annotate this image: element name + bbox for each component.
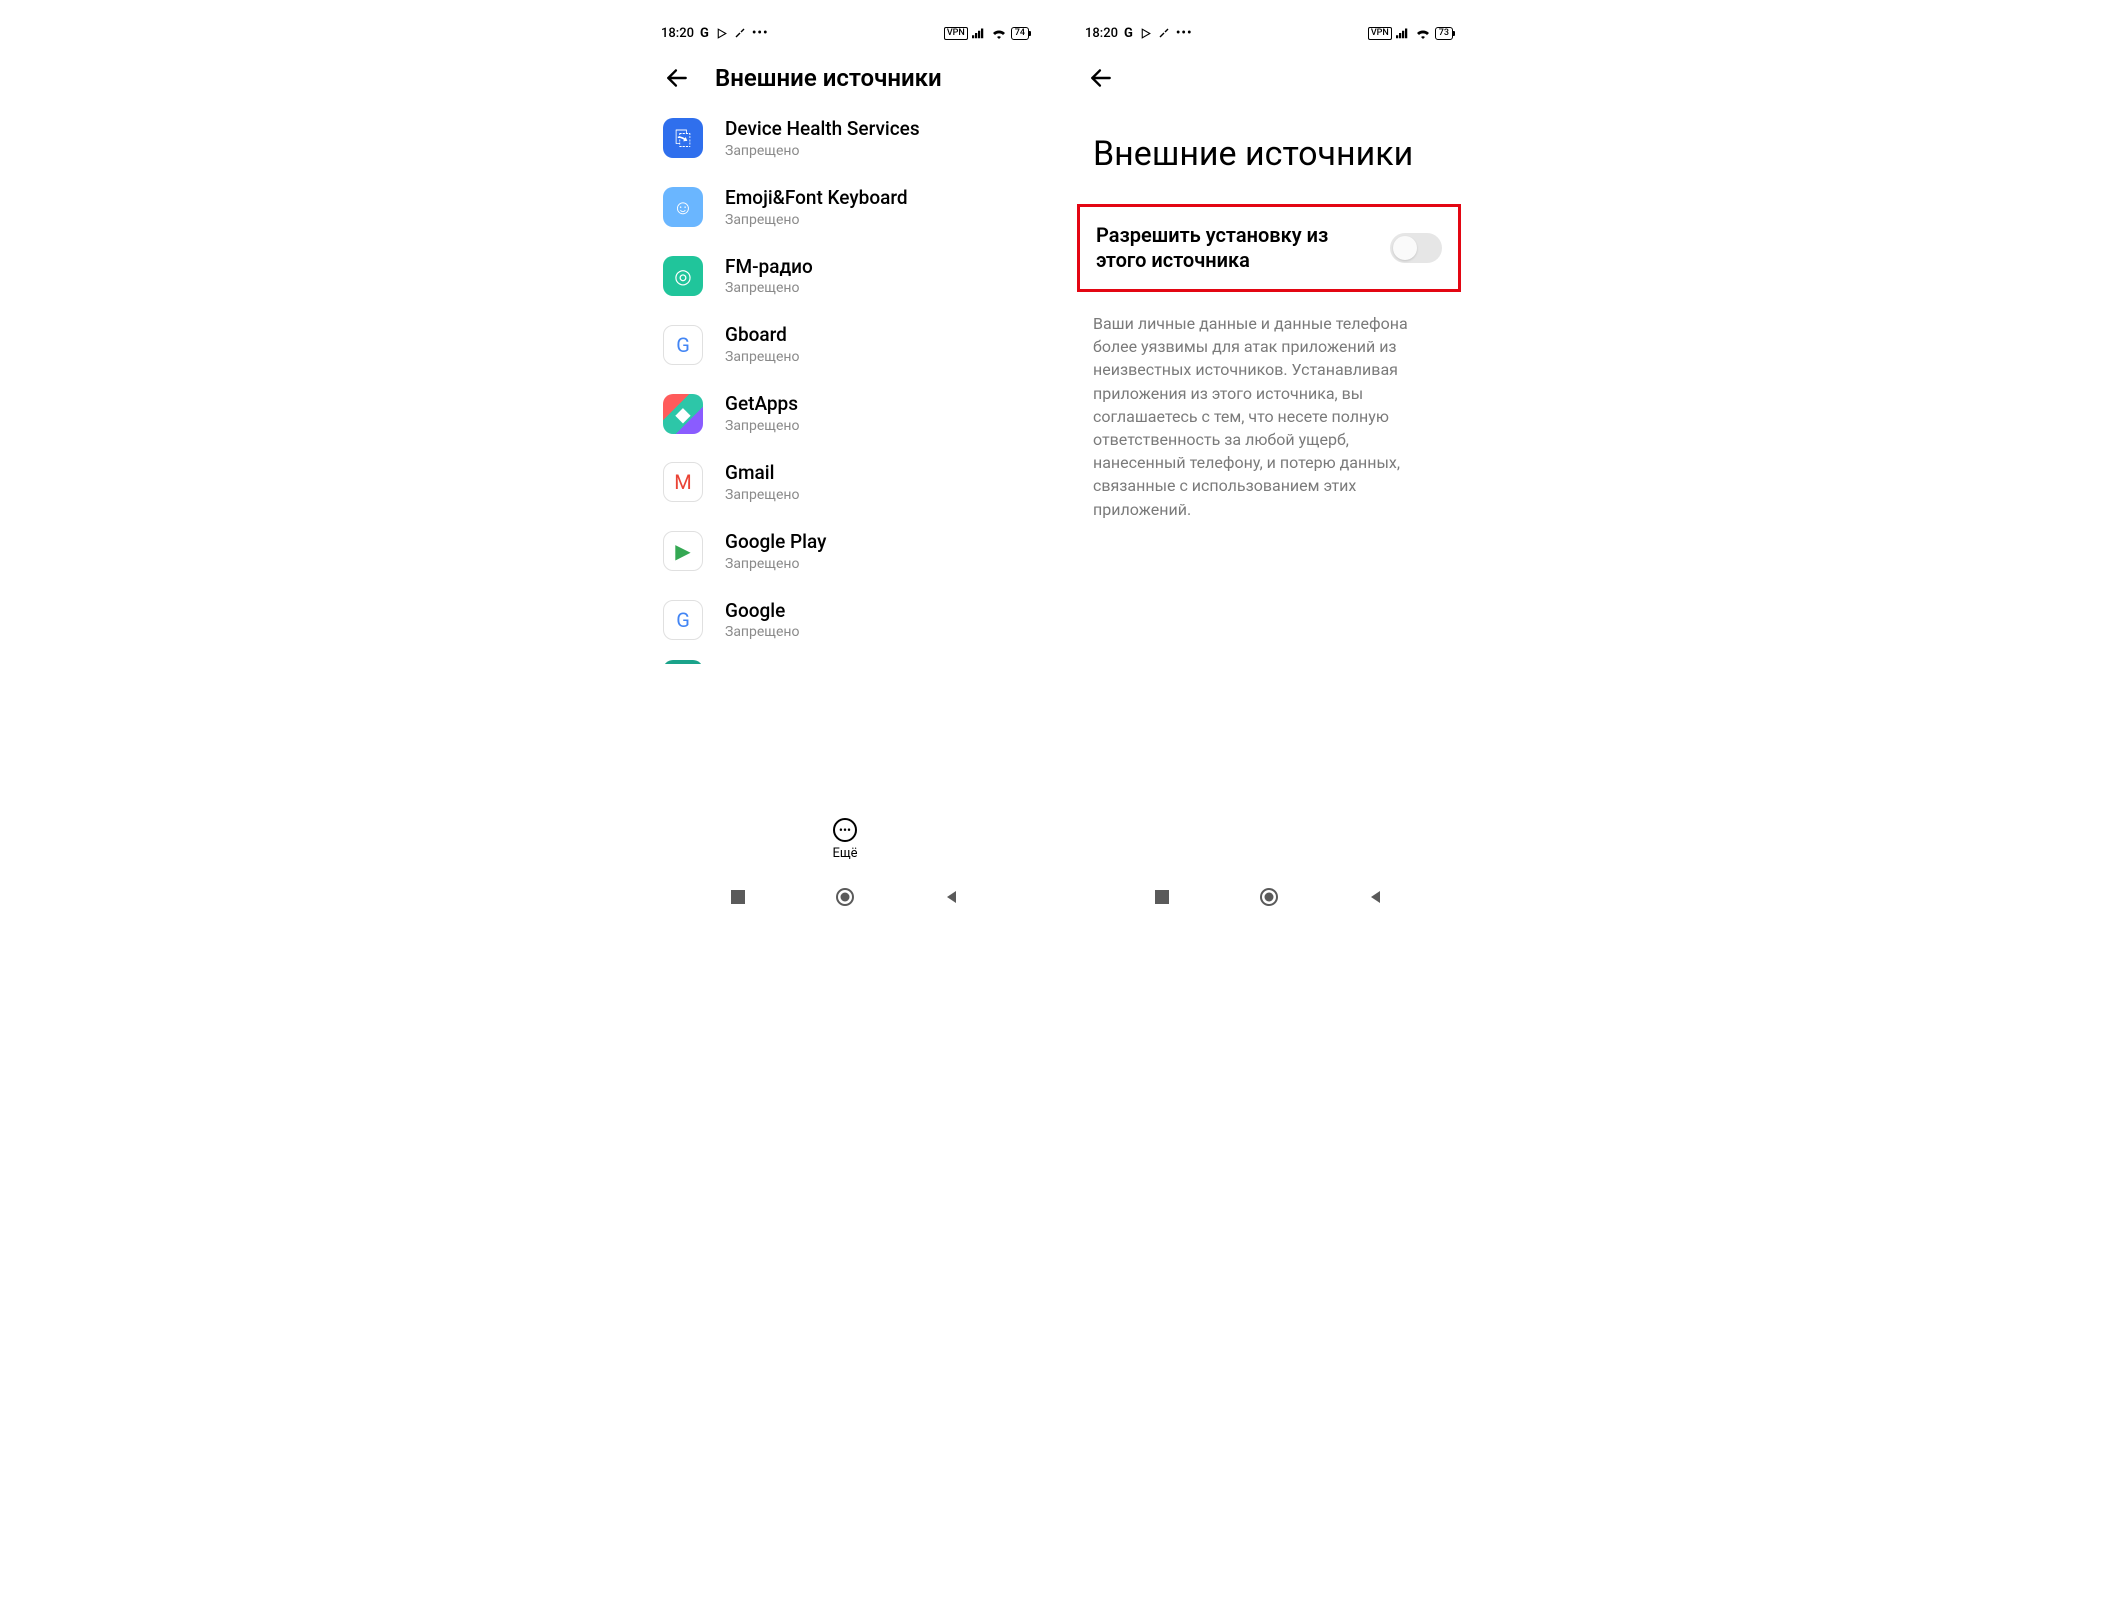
vpn-icon: VPN — [1368, 27, 1392, 40]
app-row[interactable]: G Gboard Запрещено — [663, 310, 1027, 379]
more-label: Ещё — [832, 846, 857, 861]
wifi-icon — [991, 27, 1007, 39]
app-icon: ☺ — [663, 187, 703, 227]
back-button[interactable] — [1087, 64, 1115, 92]
app-row[interactable]: ▶ Google Play Запрещено — [663, 517, 1027, 586]
app-name: FM-радио — [725, 256, 813, 279]
app-status: Запрещено — [725, 143, 920, 159]
app-status: Запрещено — [725, 556, 826, 572]
play-outline-icon — [715, 27, 728, 40]
app-status: Запрещено — [725, 487, 799, 503]
header-right — [1069, 46, 1469, 104]
app-icon: ◎ — [663, 256, 703, 296]
app-row-partial — [663, 654, 1027, 664]
nav-back-button[interactable] — [940, 885, 964, 909]
wifi-icon — [1415, 27, 1431, 39]
status-time: 18:20 — [661, 26, 694, 41]
app-icon — [663, 660, 703, 664]
app-name: Emoji&Font Keyboard — [725, 187, 908, 210]
app-name: GetApps — [725, 393, 799, 416]
signal-icon — [972, 27, 987, 39]
nav-back-button[interactable] — [1364, 885, 1388, 909]
status-time: 18:20 — [1085, 26, 1118, 41]
app-row[interactable]: ◆ GetApps Запрещено — [663, 379, 1027, 448]
app-row[interactable]: ☺ Emoji&Font Keyboard Запрещено — [663, 173, 1027, 242]
google-g-icon: G — [700, 26, 709, 41]
app-icon: ⎘ — [663, 118, 703, 158]
allow-install-label: Разрешить установку из этого источника — [1096, 223, 1356, 273]
back-button[interactable] — [663, 64, 691, 92]
nav-recent-button[interactable] — [726, 885, 750, 909]
app-name: Gboard — [725, 324, 799, 347]
header-left: Внешние источники — [645, 46, 1045, 104]
broom-icon — [1158, 27, 1170, 39]
app-icon: G — [663, 325, 703, 365]
app-list[interactable]: ⎘ Device Health Services Запрещено ☺ Emoji&F… — [645, 104, 1045, 804]
status-bar-right: 18:20 G ••• VPN 73 — [1069, 20, 1469, 46]
app-name: Device Health Services — [725, 118, 920, 141]
warning-description: Ваши личные данные и данные телефона бол… — [1069, 292, 1469, 541]
nav-bar-left — [645, 874, 1045, 920]
broom-icon — [734, 27, 746, 39]
app-row[interactable]: ◎ FM-радиоЗапрещено — [663, 242, 1027, 311]
page-title: Внешние источники — [1069, 104, 1469, 204]
phone-right: 18:20 G ••• VPN 73 — [1069, 20, 1469, 920]
app-icon: ◆ — [663, 394, 703, 434]
app-name: Gmail — [725, 462, 799, 485]
app-status: Запрещено — [725, 349, 799, 365]
app-name: Google Play — [725, 531, 826, 554]
more-icon: ••• — [833, 818, 857, 842]
app-icon: ▶ — [663, 531, 703, 571]
app-icon: M — [663, 462, 703, 502]
nav-bar-right — [1069, 874, 1469, 920]
status-bar-left: 18:20 G ••• VPN 74 — [645, 20, 1045, 46]
page-title: Внешние источники — [715, 64, 942, 92]
signal-icon — [1396, 27, 1411, 39]
google-g-icon: G — [1124, 26, 1133, 41]
more-notifications-icon: ••• — [752, 26, 769, 41]
app-status: Запрещено — [725, 280, 813, 296]
more-notifications-icon: ••• — [1176, 26, 1193, 41]
allow-install-row: Разрешить установку из этого источника — [1077, 204, 1461, 292]
vpn-icon: VPN — [944, 27, 968, 40]
play-outline-icon — [1139, 27, 1152, 40]
app-name: Google — [725, 600, 799, 623]
phone-left: 18:20 G ••• VPN 74 — [645, 20, 1045, 920]
allow-install-toggle[interactable] — [1390, 233, 1442, 263]
more-button[interactable]: ••• Ещё — [645, 804, 1045, 874]
app-row[interactable]: ⎘ Device Health Services Запрещено — [663, 104, 1027, 173]
app-status: Запрещено — [725, 212, 908, 228]
nav-home-button[interactable] — [1257, 885, 1281, 909]
app-icon: G — [663, 600, 703, 640]
nav-recent-button[interactable] — [1150, 885, 1174, 909]
app-row[interactable]: G GoogleЗапрещено — [663, 586, 1027, 655]
app-status: Запрещено — [725, 624, 799, 640]
app-row[interactable]: M Gmail Запрещено — [663, 448, 1027, 517]
battery-icon: 74 — [1011, 27, 1029, 40]
nav-home-button[interactable] — [833, 885, 857, 909]
battery-icon: 73 — [1435, 27, 1453, 40]
app-status: Запрещено — [725, 418, 799, 434]
